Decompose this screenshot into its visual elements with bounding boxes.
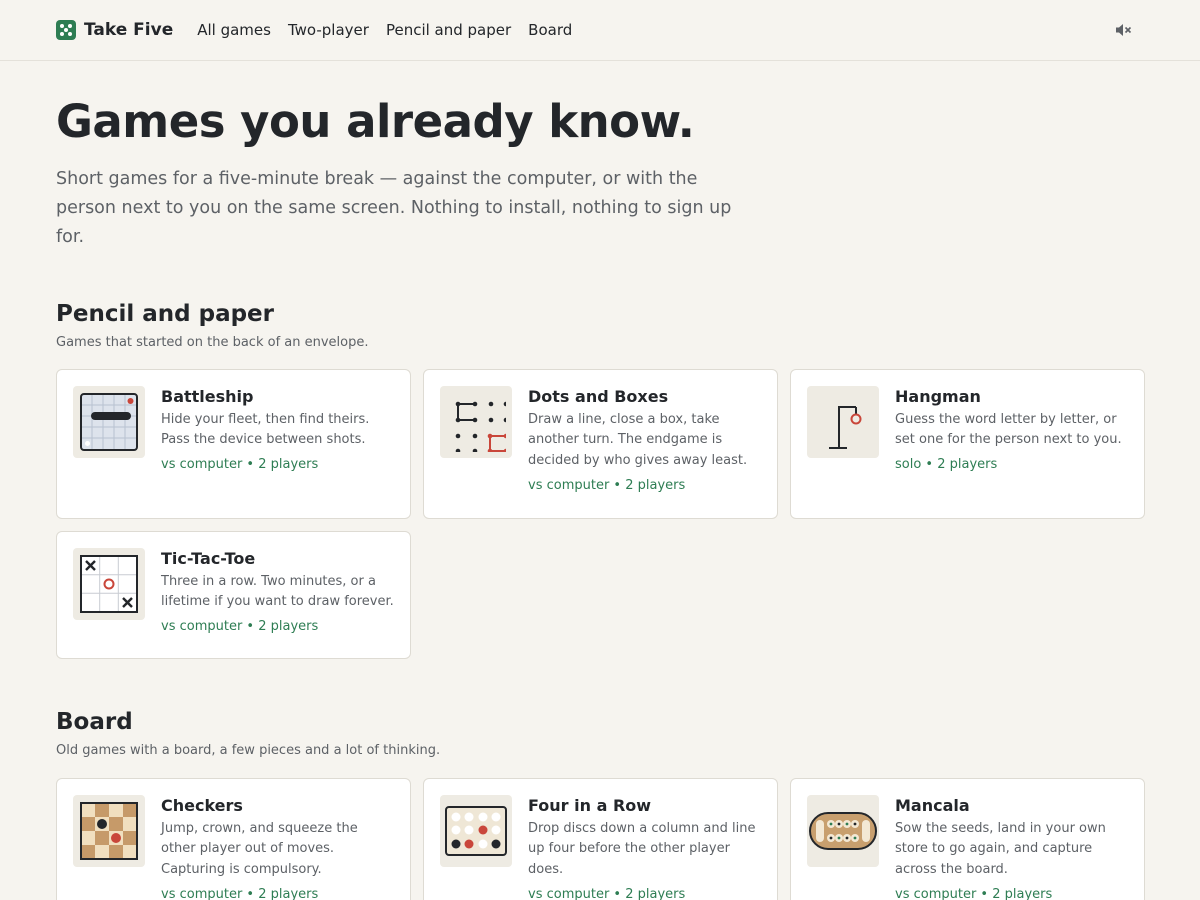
game-card-dots-and-boxes[interactable]: Dots and Boxes Draw a line, close a box,… <box>423 368 778 519</box>
game-info: Battleship Hide your fleet, then find th… <box>161 386 394 502</box>
mancala-board-icon <box>809 811 877 850</box>
battleship-grid-icon <box>80 392 138 451</box>
section-title: Pencil and paper <box>56 300 274 327</box>
game-title: Tic-Tac-Toe <box>161 548 256 568</box>
gallows-icon <box>829 405 862 449</box>
checkers-thumb <box>73 794 145 867</box>
game-card-mancala[interactable]: Mancala Sow the seeds, land in your own … <box>790 777 1145 900</box>
battleship-thumb <box>73 385 145 458</box>
game-info: Four in a Row Drop discs down a column a… <box>528 795 761 900</box>
page-lede: Short games for a five-minute break — ag… <box>56 168 732 247</box>
game-modes: vs computer • 2 players <box>895 886 1053 900</box>
game-info: Hangman Guess the word letter by letter,… <box>895 386 1128 502</box>
four-in-a-row-thumb <box>440 794 512 867</box>
game-modes: vs computer • 2 players <box>161 456 319 472</box>
checkerboard-icon <box>80 801 138 860</box>
page-title: Games you already know. <box>56 95 695 148</box>
game-description: Jump, crown, and squeeze the other playe… <box>161 820 358 877</box>
game-info: Tic-Tac-Toe Three in a row. Two minutes,… <box>161 548 394 642</box>
tictactoe-board-icon <box>80 554 138 613</box>
mancala-thumb <box>807 794 879 867</box>
game-modes: vs computer • 2 players <box>528 886 686 900</box>
games-grid: Battleship Hide your fleet, then find th… <box>56 368 1145 659</box>
nav-pencil-and-paper[interactable]: Pencil and paper <box>386 21 511 39</box>
game-title: Hangman <box>895 386 981 406</box>
game-description: Guess the word letter by letter, or set … <box>895 411 1122 448</box>
nav-all-games[interactable]: All games <box>197 21 271 39</box>
game-description: Sow the seeds, land in your own store to… <box>895 820 1106 877</box>
main-content: Games you already know. Short games for … <box>0 61 1200 900</box>
section-title: Board <box>56 708 133 735</box>
game-description: Draw a line, close a box, take another t… <box>528 411 748 468</box>
game-card-battleship[interactable]: Battleship Hide your fleet, then find th… <box>56 368 411 519</box>
dots-grid-icon <box>455 401 506 452</box>
nav-two-player[interactable]: Two-player <box>288 21 369 39</box>
game-modes: solo • 2 players <box>895 456 998 472</box>
game-card-four-in-a-row[interactable]: Four in a Row Drop discs down a column a… <box>423 777 778 900</box>
section-board: Board Old games with a board, a few piec… <box>56 708 1145 900</box>
game-info: Dots and Boxes Draw a line, close a box,… <box>528 386 761 502</box>
speaker-muted-icon[interactable] <box>1114 21 1132 39</box>
game-title: Battleship <box>161 386 254 406</box>
section-subtitle: Old games with a board, a few pieces and… <box>56 742 441 758</box>
dots-and-boxes-thumb <box>440 385 512 458</box>
main-nav: All games Two-player Pencil and paper Bo… <box>197 21 572 39</box>
game-modes: vs computer • 2 players <box>161 618 319 634</box>
game-title: Four in a Row <box>528 795 652 815</box>
games-grid: Checkers Jump, crown, and squeeze the ot… <box>56 777 1145 900</box>
game-info: Mancala Sow the seeds, land in your own … <box>895 795 1128 900</box>
dice-logo-icon <box>56 20 76 40</box>
game-card-checkers[interactable]: Checkers Jump, crown, and squeeze the ot… <box>56 777 411 900</box>
tic-tac-toe-thumb <box>73 547 145 620</box>
section-pencil-and-paper: Pencil and paper Games that started on t… <box>56 300 1145 659</box>
brand-name: Take Five <box>84 20 174 40</box>
top-bar: Take Five All games Two-player Pencil an… <box>0 0 1200 61</box>
game-description: Three in a row. Two minutes, or a lifeti… <box>161 573 394 610</box>
nav-board[interactable]: Board <box>528 21 572 39</box>
game-card-tic-tac-toe[interactable]: Tic-Tac-Toe Three in a row. Two minutes,… <box>56 530 411 659</box>
brand-link[interactable]: Take Five <box>56 20 173 40</box>
game-title: Mancala <box>895 795 970 815</box>
four-in-row-board-icon <box>445 805 507 856</box>
game-modes: vs computer • 2 players <box>528 477 686 493</box>
hangman-thumb <box>807 385 879 458</box>
game-description: Drop discs down a column and line up fou… <box>528 820 756 877</box>
game-description: Hide your fleet, then find theirs. Pass … <box>161 411 370 448</box>
game-modes: vs computer • 2 players <box>161 886 319 900</box>
game-title: Checkers <box>161 795 243 815</box>
section-subtitle: Games that started on the back of an env… <box>56 334 369 350</box>
game-title: Dots and Boxes <box>528 386 669 406</box>
game-card-hangman[interactable]: Hangman Guess the word letter by letter,… <box>790 368 1145 519</box>
game-info: Checkers Jump, crown, and squeeze the ot… <box>161 795 394 900</box>
